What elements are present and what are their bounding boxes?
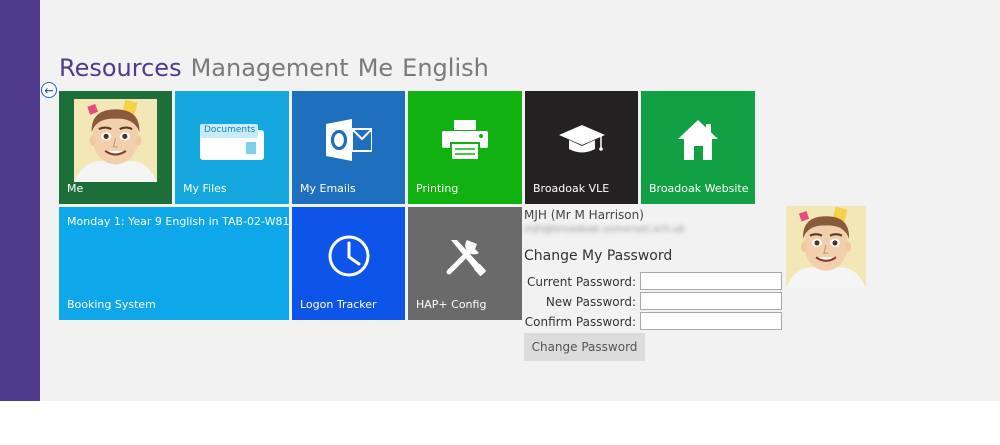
current-password-row: Current Password:: [524, 272, 784, 292]
tab-bar: Resources Management Me English: [59, 52, 489, 86]
tile-hap-config[interactable]: HAP+ Config: [408, 207, 522, 320]
new-password-row: New Password:: [524, 292, 784, 312]
app-surface: Resources Management Me English ← Me Doc…: [0, 0, 1000, 401]
graduation-cap-icon: [558, 124, 605, 159]
tile-hap-config-label: HAP+ Config: [416, 298, 487, 311]
confirm-password-row: Confirm Password:: [524, 312, 784, 332]
profile-email: mjh@broadoak.somerset.sch.uk: [524, 224, 686, 235]
change-password-button[interactable]: Change Password: [524, 333, 645, 361]
tile-booking-system[interactable]: Monday 1: Year 9 English in TAB-02-W81 B…: [59, 207, 289, 320]
tile-my-emails-label: My Emails: [300, 182, 356, 195]
folder-icon-text: Documents: [204, 124, 256, 135]
clock-icon: [327, 234, 371, 282]
tab-english[interactable]: English: [402, 52, 489, 86]
current-password-label: Current Password:: [527, 275, 636, 289]
tile-logon-tracker-label: Logon Tracker: [300, 298, 377, 311]
printer-icon: [442, 119, 488, 164]
tile-printing[interactable]: Printing: [408, 91, 522, 204]
new-password-label: New Password:: [545, 295, 636, 309]
tile-logon-tracker[interactable]: Logon Tracker: [292, 207, 405, 320]
tab-management[interactable]: Management: [191, 52, 349, 86]
avatar: [74, 99, 157, 182]
tab-me[interactable]: Me: [358, 52, 393, 86]
tools-icon: [443, 234, 487, 282]
tile-me[interactable]: Me: [59, 91, 172, 204]
current-password-input[interactable]: [640, 272, 782, 290]
tile-my-emails[interactable]: My Emails: [292, 91, 405, 204]
confirm-password-label: Confirm Password:: [524, 315, 636, 329]
profile-panel: MJH (Mr M Harrison) mjh@broadoak.somerse…: [524, 206, 870, 366]
tile-my-files-label: My Files: [183, 182, 227, 195]
tile-broadoak-vle-label: Broadoak VLE: [533, 182, 610, 195]
profile-name: MJH (Mr M Harrison): [524, 208, 644, 222]
tile-broadoak-website-label: Broadoak Website: [649, 182, 749, 195]
folder-icon: Documents: [198, 122, 266, 162]
booking-current-lesson: Monday 1: Year 9 English in TAB-02-W81: [67, 215, 289, 228]
back-arrow-icon[interactable]: ←: [41, 82, 57, 98]
new-password-input[interactable]: [640, 292, 782, 310]
confirm-password-input[interactable]: [640, 312, 782, 330]
tile-booking-system-label: Booking System: [67, 298, 156, 311]
outlook-icon: [325, 118, 373, 165]
tile-broadoak-vle[interactable]: Broadoak VLE: [525, 91, 638, 204]
profile-avatar: [786, 206, 866, 288]
tile-printing-label: Printing: [416, 182, 459, 195]
tab-resources[interactable]: Resources: [59, 52, 182, 86]
tile-broadoak-website[interactable]: Broadoak Website: [641, 91, 755, 204]
sidebar: [0, 0, 40, 401]
tile-my-files[interactable]: Documents My Files: [175, 91, 289, 204]
change-password-heading: Change My Password: [524, 248, 673, 264]
house-icon: [677, 119, 719, 165]
tile-me-label: Me: [67, 182, 84, 195]
